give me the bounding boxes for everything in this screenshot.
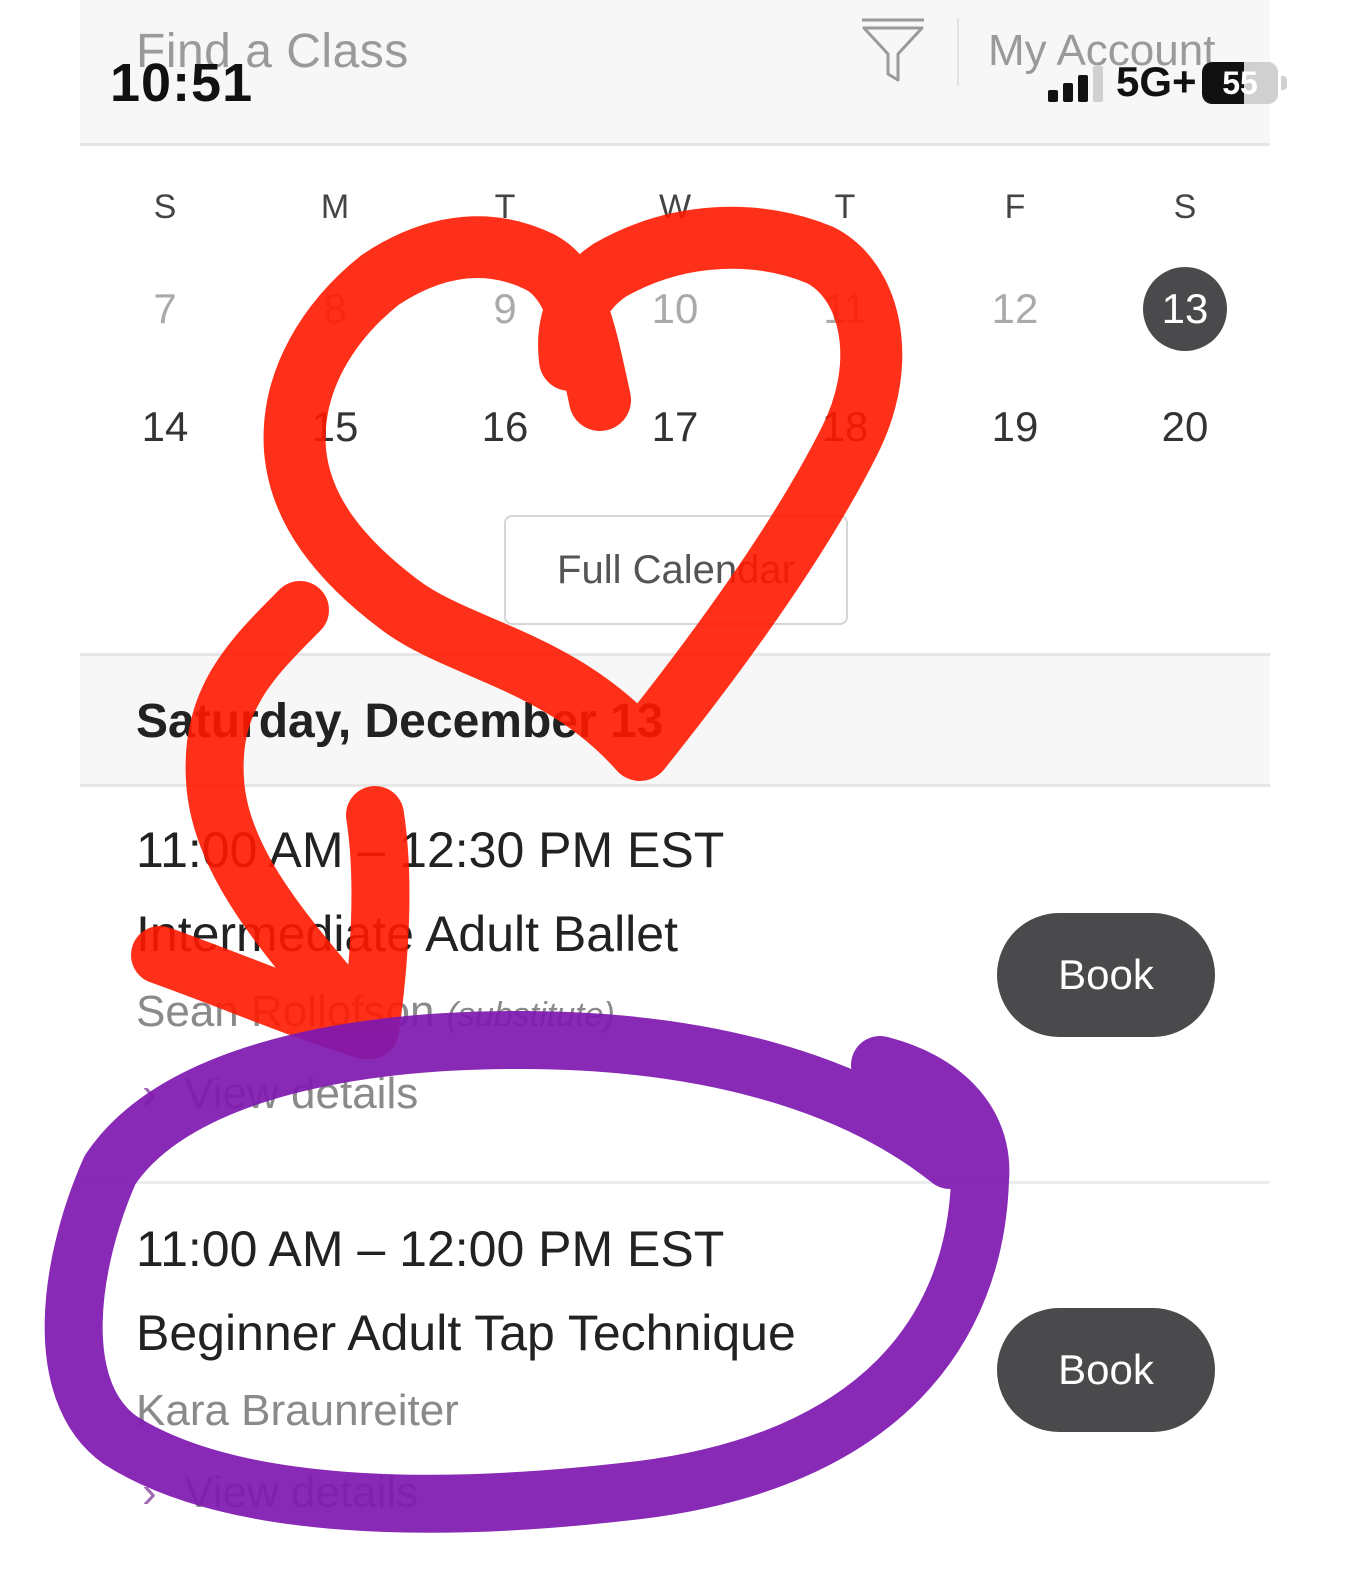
weekday-label: T <box>834 188 856 226</box>
class-name: Beginner Adult Tap Technique <box>136 1305 796 1361</box>
class-name: Intermediate Adult Ballet <box>136 906 678 962</box>
battery-percent: 55 <box>1222 65 1258 101</box>
instructor-name: Kara Braunreiter <box>136 1386 459 1435</box>
instructor-note: (substitute) <box>446 996 615 1034</box>
calendar-day[interactable]: 10 <box>590 268 760 350</box>
chevron-right-icon: › <box>142 1069 157 1118</box>
calendar-day[interactable]: 11 <box>760 268 930 350</box>
calendar-day[interactable]: 7 <box>80 268 250 350</box>
weekday-header: S M T W T F S <box>80 185 1270 229</box>
view-details-label: View details <box>184 1069 419 1118</box>
full-calendar-button[interactable]: Full Calendar <box>504 515 848 625</box>
class-instructor: Sean Rollofson (substitute) <box>136 987 615 1037</box>
book-button[interactable]: Book <box>997 913 1215 1037</box>
weekday-label: M <box>320 188 350 226</box>
class-list-item: 11:00 AM – 12:00 PM EST Beginner Adult T… <box>80 1184 1270 1575</box>
view-details-link[interactable]: › View details <box>142 1069 418 1119</box>
chevron-right-icon: › <box>142 1468 157 1517</box>
weekday-label: W <box>658 188 692 226</box>
class-instructor: Kara Braunreiter <box>136 1386 459 1436</box>
calendar-day[interactable]: 15 <box>250 386 420 468</box>
book-button[interactable]: Book <box>997 1308 1215 1432</box>
class-time: 11:00 AM – 12:00 PM EST <box>136 1221 725 1277</box>
calendar-day[interactable]: 18 <box>760 386 930 468</box>
weekday-label: T <box>494 188 516 226</box>
calendar-day[interactable]: 12 <box>930 268 1100 350</box>
filter-funnel-icon[interactable] <box>860 14 926 84</box>
calendar-day[interactable]: 14 <box>80 386 250 468</box>
view-details-link[interactable]: › View details <box>142 1468 418 1518</box>
instructor-name: Sean Rollofson <box>136 987 435 1036</box>
calendar-day[interactable]: 20 <box>1100 386 1270 468</box>
weekday-label: S <box>153 188 177 226</box>
calendar-week-row: 7 8 9 10 11 12 13 <box>80 267 1270 351</box>
network-type: 5G+ <box>1116 58 1197 105</box>
class-list-item: 11:00 AM – 12:30 PM EST Intermediate Adu… <box>80 785 1270 1184</box>
view-details-label: View details <box>184 1468 419 1517</box>
header-divider <box>957 18 959 86</box>
calendar-day[interactable]: 16 <box>420 386 590 468</box>
battery-nub <box>1281 76 1287 90</box>
weekday-label: F <box>1004 188 1026 226</box>
schedule-date-heading: Saturday, December 13 <box>136 695 664 748</box>
schedule-date-header: Saturday, December 13 <box>80 653 1270 787</box>
signal-strength-icon <box>1048 66 1103 102</box>
status-time: 10:51 <box>110 53 254 113</box>
calendar-day[interactable]: 19 <box>930 386 1100 468</box>
weekday-label: S <box>1173 188 1197 226</box>
battery-icon: 55 <box>1202 62 1278 104</box>
calendar-day[interactable]: 9 <box>420 268 590 350</box>
calendar-day[interactable]: 17 <box>590 386 760 468</box>
calendar-day-selected[interactable]: 13 <box>1100 267 1270 351</box>
class-time: 11:00 AM – 12:30 PM EST <box>136 822 725 878</box>
calendar-week-row: 14 15 16 17 18 19 20 <box>80 386 1270 468</box>
calendar-day[interactable]: 8 <box>250 268 420 350</box>
